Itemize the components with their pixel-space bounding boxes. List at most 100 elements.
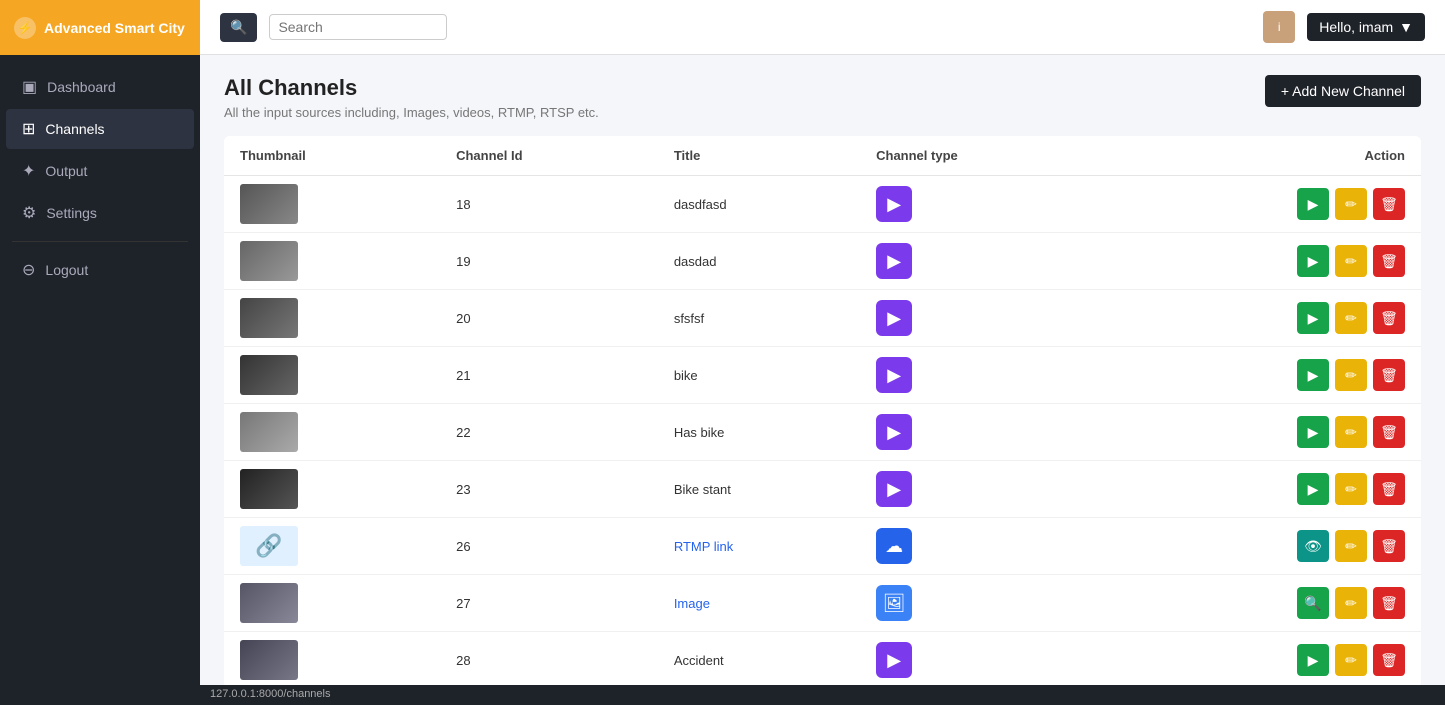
status-url: 127.0.0.1:8000/channels — [210, 688, 331, 700]
thumbnail-img — [240, 184, 298, 224]
delete-button[interactable]: 🗑 — [1373, 188, 1405, 220]
cell-channel-id: 21 — [440, 347, 658, 404]
cell-thumbnail — [224, 347, 440, 404]
cell-thumbnail — [224, 461, 440, 518]
edit-button[interactable]: ✏ — [1335, 302, 1367, 334]
channel-type-badge: ▶ — [876, 642, 912, 678]
view-button[interactable]: 👁 — [1297, 530, 1329, 562]
channel-type-badge: ▶ — [876, 300, 912, 336]
sidebar-item-settings[interactable]: ⚙ Settings — [6, 193, 194, 233]
action-buttons: ▶ ✏ 🗑 — [1127, 302, 1405, 334]
thumbnail-img: 🔗 — [240, 526, 298, 566]
cell-action: 🔍 ✏ 🗑 — [1111, 575, 1421, 632]
cell-action: ▶ ✏ 🗑 — [1111, 290, 1421, 347]
search-wrapper — [269, 14, 447, 40]
dashboard-icon: ▣ — [22, 77, 37, 97]
action-buttons: ▶ ✏ 🗑 — [1127, 188, 1405, 220]
delete-button[interactable]: 🗑 — [1373, 473, 1405, 505]
play-button[interactable]: ▶ — [1297, 644, 1329, 676]
delete-button[interactable]: 🗑 — [1373, 245, 1405, 277]
play-button[interactable]: ▶ — [1297, 188, 1329, 220]
channel-type-badge: ▶ — [876, 414, 912, 450]
sidebar-divider — [12, 241, 188, 242]
delete-button[interactable]: 🗑 — [1373, 302, 1405, 334]
thumbnail-img — [240, 583, 298, 623]
cell-channel-type: ▶ — [860, 404, 1111, 461]
play-button[interactable]: ▶ — [1297, 473, 1329, 505]
col-title: Title — [658, 136, 860, 176]
edit-button[interactable]: ✏ — [1335, 473, 1367, 505]
cell-thumbnail — [224, 632, 440, 686]
page-title: All Channels — [224, 75, 599, 101]
table-row: 27 Image 🖼 🔍 ✏ 🗑 — [224, 575, 1421, 632]
sidebar-item-label: Channels — [45, 121, 104, 137]
user-menu-button[interactable]: Hello, imam ▼ — [1307, 13, 1425, 41]
content-area: All Channels All the input sources inclu… — [200, 55, 1445, 685]
sidebar-item-dashboard[interactable]: ▣ Dashboard — [6, 67, 194, 107]
cell-channel-id: 18 — [440, 176, 658, 233]
cell-action: ▶ ✏ 🗑 — [1111, 461, 1421, 518]
play-button[interactable]: ▶ — [1297, 302, 1329, 334]
table-row: 28 Accident ▶ ▶ ✏ 🗑 — [224, 632, 1421, 686]
search-input[interactable] — [278, 19, 438, 35]
play-button[interactable]: ▶ — [1297, 245, 1329, 277]
logout-label: Logout — [45, 262, 88, 278]
delete-button[interactable]: 🗑 — [1373, 587, 1405, 619]
sidebar-item-output[interactable]: ✦ Output — [6, 151, 194, 191]
search-channel-button[interactable]: 🔍 — [1297, 587, 1329, 619]
cell-title: sfsfsf — [658, 290, 860, 347]
cell-channel-type: ▶ — [860, 632, 1111, 686]
edit-button[interactable]: ✏ — [1335, 587, 1367, 619]
cell-title: dasdfasd — [658, 176, 860, 233]
sidebar-item-channels[interactable]: ⊞ Channels — [6, 109, 194, 149]
sidebar-item-logout[interactable]: ⊖ Logout — [6, 250, 194, 296]
channel-type-badge: 🖼 — [876, 585, 912, 621]
cell-title: Has bike — [658, 404, 860, 461]
cell-action: ▶ ✏ 🗑 — [1111, 404, 1421, 461]
cell-title: Bike stant — [658, 461, 860, 518]
col-channel-type: Channel type — [860, 136, 1111, 176]
cell-thumbnail — [224, 233, 440, 290]
cell-action: 👁 ✏ 🗑 — [1111, 518, 1421, 575]
cell-channel-id: 27 — [440, 575, 658, 632]
edit-button[interactable]: ✏ — [1335, 530, 1367, 562]
add-new-channel-button[interactable]: + Add New Channel — [1265, 75, 1421, 107]
topbar: 🔍 i Hello, imam ▼ — [200, 0, 1445, 55]
channel-type-badge: ▶ — [876, 357, 912, 393]
status-bar: 127.0.0.1:8000/channels — [200, 685, 1445, 705]
delete-button[interactable]: 🗑 — [1373, 416, 1405, 448]
cell-channel-id: 19 — [440, 233, 658, 290]
play-button[interactable]: ▶ — [1297, 359, 1329, 391]
table-row: 20 sfsfsf ▶ ▶ ✏ 🗑 — [224, 290, 1421, 347]
channels-table: Thumbnail Channel Id Title Channel type … — [224, 136, 1421, 685]
cell-title: Accident — [658, 632, 860, 686]
user-greeting-text: Hello, imam — [1319, 19, 1393, 35]
cell-action: ▶ ✏ 🗑 — [1111, 347, 1421, 404]
cell-thumbnail — [224, 404, 440, 461]
cell-action: ▶ ✏ 🗑 — [1111, 233, 1421, 290]
cell-thumbnail: 🔗 — [224, 518, 440, 575]
cell-channel-type: ▶ — [860, 347, 1111, 404]
table-row: 19 dasdad ▶ ▶ ✏ 🗑 — [224, 233, 1421, 290]
search-button[interactable]: 🔍 — [220, 13, 257, 42]
table-header-row: Thumbnail Channel Id Title Channel type … — [224, 136, 1421, 176]
edit-button[interactable]: ✏ — [1335, 644, 1367, 676]
chevron-down-icon: ▼ — [1399, 19, 1413, 35]
sidebar-nav: ▣ Dashboard ⊞ Channels ✦ Output ⚙ Settin… — [0, 55, 200, 705]
edit-button[interactable]: ✏ — [1335, 245, 1367, 277]
cell-thumbnail — [224, 176, 440, 233]
delete-button[interactable]: 🗑 — [1373, 644, 1405, 676]
thumbnail-img — [240, 469, 298, 509]
col-action: Action — [1111, 136, 1421, 176]
delete-button[interactable]: 🗑 — [1373, 530, 1405, 562]
output-icon: ✦ — [22, 161, 35, 181]
delete-button[interactable]: 🗑 — [1373, 359, 1405, 391]
cell-title: Image — [658, 575, 860, 632]
play-button[interactable]: ▶ — [1297, 416, 1329, 448]
action-buttons: ▶ ✏ 🗑 — [1127, 245, 1405, 277]
cell-channel-id: 23 — [440, 461, 658, 518]
edit-button[interactable]: ✏ — [1335, 359, 1367, 391]
edit-button[interactable]: ✏ — [1335, 416, 1367, 448]
app-title: Advanced Smart City — [44, 20, 185, 36]
edit-button[interactable]: ✏ — [1335, 188, 1367, 220]
